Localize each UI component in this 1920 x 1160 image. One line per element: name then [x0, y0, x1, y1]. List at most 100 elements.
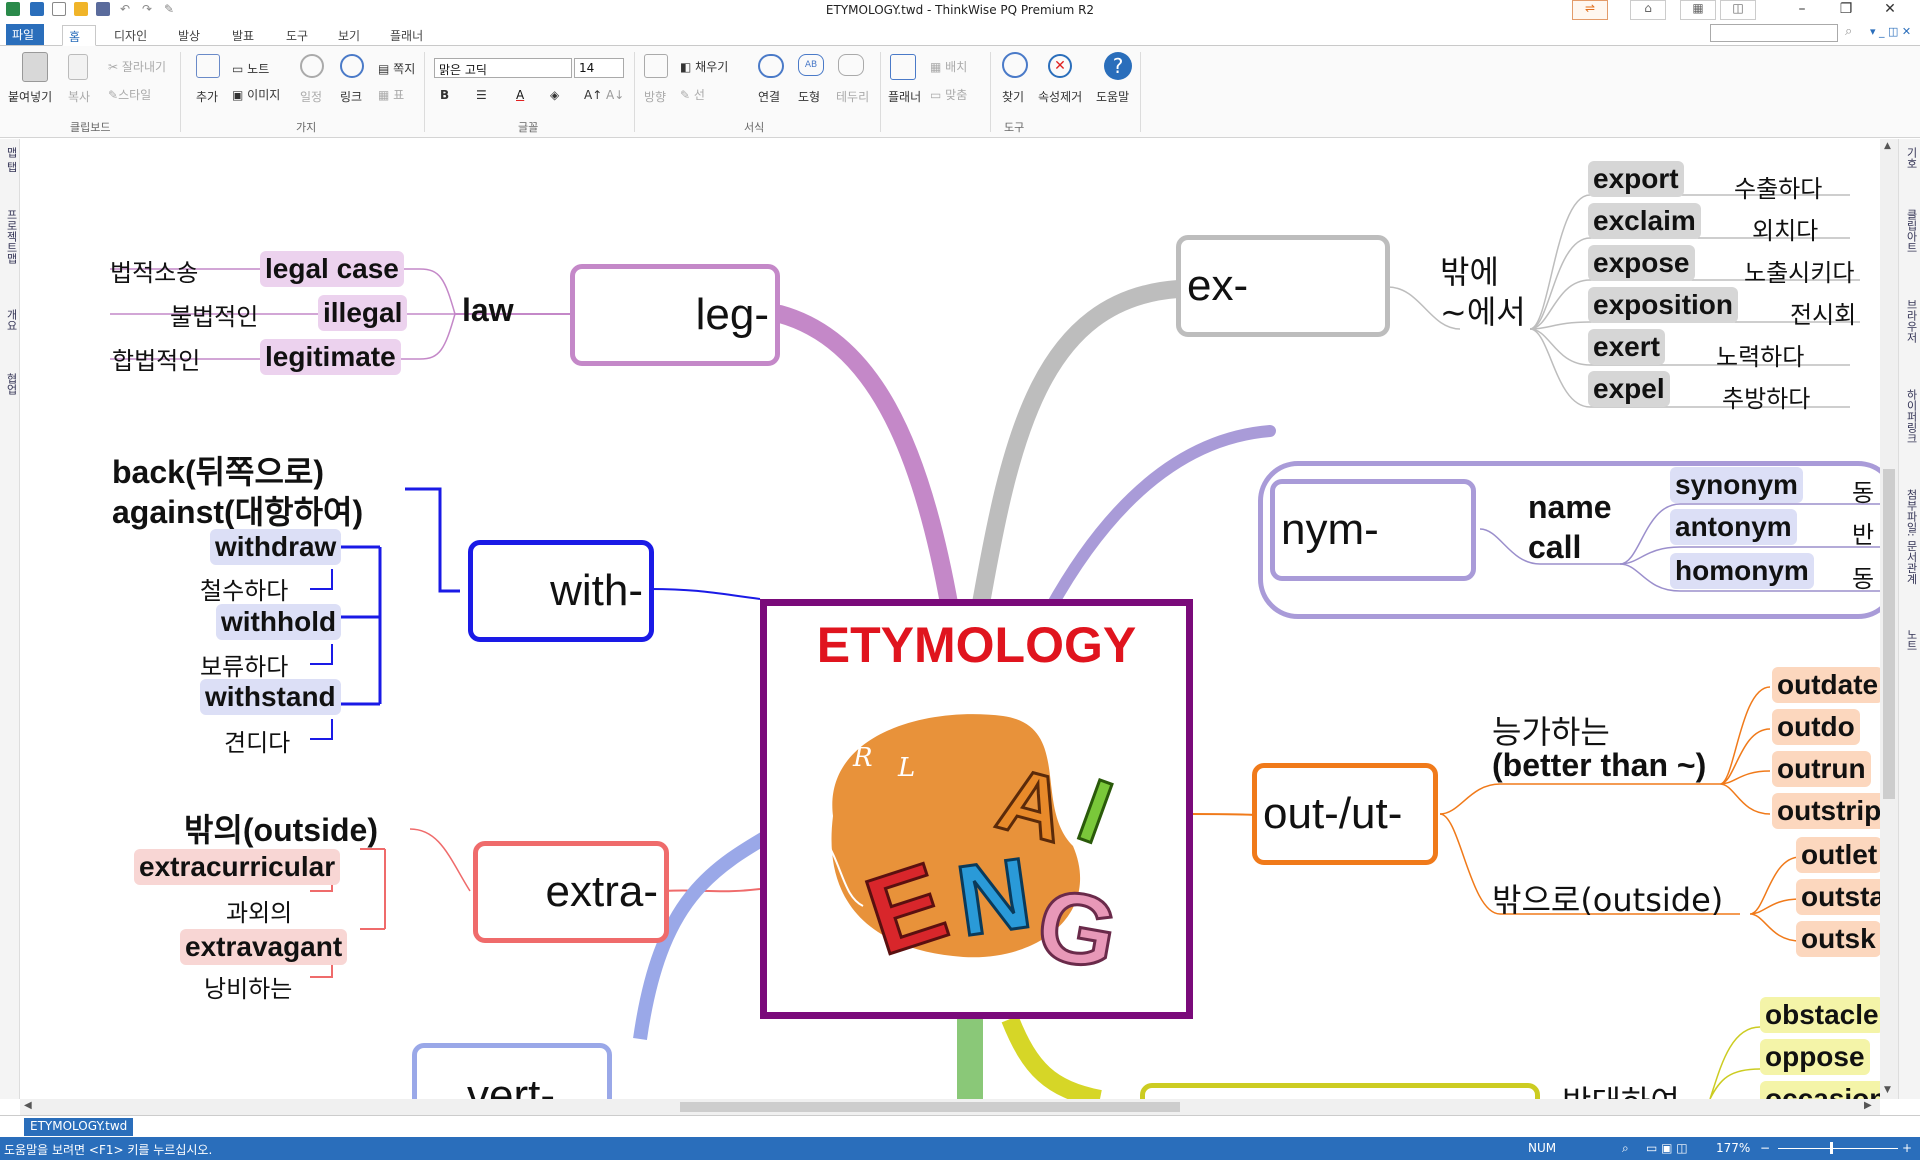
fit-button[interactable]: ▭ 맞춤	[930, 86, 967, 103]
sidebar-outline[interactable]: 개요	[3, 309, 19, 331]
home-icon[interactable]: ⌂	[1630, 0, 1666, 20]
horizontal-scrollbar[interactable]: ◀ ▶	[20, 1099, 1880, 1115]
ex-word-4[interactable]: exposition	[1588, 287, 1739, 323]
align-icon[interactable]: ☰	[476, 88, 487, 102]
branch-node-ob[interactable]	[1140, 1083, 1540, 1099]
paste-icon[interactable]	[22, 52, 48, 82]
sidebar-map-tab[interactable]: 맵 탭	[3, 147, 19, 173]
center-node[interactable]: ETYMOLOGY R L E N G A I	[760, 599, 1193, 1019]
arrange-button[interactable]: ▦ 배치	[930, 58, 967, 75]
copy-button[interactable]: 복사	[68, 88, 90, 105]
sidebar-collab[interactable]: 협업	[3, 373, 19, 395]
table-button[interactable]: ▦ 표	[378, 86, 404, 103]
tab-home[interactable]: 홈	[62, 25, 96, 46]
grow-font-icon[interactable]: A↑	[584, 88, 602, 102]
leg-word-1[interactable]: legal case	[260, 251, 404, 287]
schedule-button[interactable]: 일정	[300, 88, 322, 105]
search-icon[interactable]: ⌕	[1845, 24, 1852, 39]
horizontal-scroll-thumb[interactable]	[680, 1102, 1180, 1112]
with-word-3[interactable]: withstand	[200, 679, 341, 715]
vertical-scrollbar[interactable]: ▲ ▼	[1880, 139, 1898, 1099]
out-word-7[interactable]: outsk	[1796, 921, 1880, 957]
help-button[interactable]: 도움말	[1096, 88, 1129, 105]
tab-tools[interactable]: 도구	[280, 25, 314, 46]
ex-word-2[interactable]: exclaim	[1588, 203, 1701, 239]
border-icon[interactable]	[838, 54, 864, 76]
style-button[interactable]: ✎스타일	[108, 86, 151, 103]
scroll-up-icon[interactable]: ▲	[1884, 141, 1891, 151]
font-color-icon[interactable]: A	[516, 88, 524, 102]
highlight-icon[interactable]: ◈	[550, 88, 559, 102]
direction-button[interactable]: 방향	[644, 88, 666, 105]
schedule-icon[interactable]	[300, 54, 324, 78]
vertical-scroll-thumb[interactable]	[1883, 469, 1895, 799]
bold-button[interactable]: B	[440, 88, 449, 102]
paste-button[interactable]: 붙여넣기	[8, 88, 52, 105]
fill-button[interactable]: ◧ 채우기	[680, 58, 728, 75]
branch-node-with[interactable]: with-	[468, 540, 654, 642]
ob-word-1[interactable]: obstacle	[1760, 997, 1880, 1033]
planner-icon[interactable]	[890, 54, 916, 80]
search-combo[interactable]	[1710, 24, 1838, 42]
with-word-2[interactable]: withhold	[216, 604, 342, 640]
leg-word-3[interactable]: legitimate	[260, 339, 401, 375]
ribbon-options-icon[interactable]: ▾ _ ◫ ✕	[1870, 25, 1911, 38]
branch-node-vert[interactable]: vert-	[412, 1043, 612, 1099]
link-icon[interactable]	[340, 54, 364, 78]
out-word-5[interactable]: outlet	[1796, 837, 1880, 873]
find-icon[interactable]	[1002, 52, 1028, 78]
font-family-select[interactable]: 맑은 고딕	[434, 58, 572, 78]
sidebar-attachment[interactable]: 첨부파일: 문서관계	[1903, 489, 1919, 584]
nym-word-3[interactable]: homonym	[1670, 553, 1814, 589]
memo-button[interactable]: ▤ 쪽지	[378, 60, 415, 77]
close-button[interactable]: ✕	[1870, 1, 1910, 21]
help-icon[interactable]: ?	[1104, 52, 1132, 80]
extra-word-2[interactable]: extravagant	[180, 929, 348, 965]
zoom-slider-thumb[interactable]	[1830, 1142, 1833, 1154]
out-word-1[interactable]: outdate	[1772, 667, 1880, 703]
ex-word-5[interactable]: exert	[1588, 329, 1665, 365]
remove-attr-button[interactable]: 속성제거	[1038, 88, 1082, 105]
scroll-down-icon[interactable]: ▼	[1884, 1085, 1891, 1095]
minimize-button[interactable]: –	[1782, 1, 1822, 21]
note-button[interactable]: ▭ 노트	[232, 60, 269, 77]
link-button[interactable]: 링크	[340, 88, 362, 105]
ob-word-2[interactable]: oppose	[1760, 1039, 1870, 1075]
tab-file[interactable]: 파일	[6, 24, 44, 45]
ex-word-6[interactable]: expel	[1588, 371, 1670, 407]
zoom-fit-icon[interactable]: ⌕	[1622, 1141, 1629, 1156]
sidebar-clipart[interactable]: 클립아트	[1903, 209, 1919, 253]
border-button[interactable]: 테두리	[836, 88, 869, 105]
shape-button[interactable]: 도형	[798, 88, 820, 105]
branch-node-out[interactable]: out-/ut-	[1252, 763, 1438, 865]
zoom-out-icon[interactable]: −	[1760, 1141, 1770, 1155]
tab-design[interactable]: 디자인	[108, 25, 153, 46]
nym-word-1[interactable]: synonym	[1670, 467, 1803, 503]
scroll-right-icon[interactable]: ▶	[1864, 1100, 1872, 1111]
out-word-3[interactable]: outrun	[1772, 751, 1871, 787]
add-branch-icon[interactable]	[196, 54, 220, 78]
tab-planner[interactable]: 플래너	[384, 25, 429, 46]
font-size-select[interactable]: 14	[574, 58, 624, 78]
ex-word-1[interactable]: export	[1588, 161, 1684, 197]
zoom-in-icon[interactable]: +	[1902, 1141, 1912, 1155]
out-word-6[interactable]: outsta	[1796, 879, 1880, 915]
copy-icon[interactable]	[68, 54, 88, 80]
branch-node-ex[interactable]: ex-	[1176, 235, 1390, 337]
extra-word-1[interactable]: extracurricular	[134, 849, 341, 885]
sidebar-browser[interactable]: 브라우저	[1903, 299, 1919, 343]
calendar-icon[interactable]: ▦	[1680, 0, 1716, 20]
scroll-left-icon[interactable]: ◀	[24, 1100, 32, 1111]
ex-word-3[interactable]: expose	[1588, 245, 1695, 281]
direction-icon[interactable]	[644, 54, 668, 78]
tab-idea[interactable]: 발상	[172, 25, 206, 46]
branch-node-nym[interactable]: nym-	[1270, 479, 1476, 581]
sidebar-project-map[interactable]: 프로젝트맵	[3, 209, 19, 264]
shrink-font-icon[interactable]: A↓	[606, 88, 624, 102]
document-tab[interactable]: ETYMOLOGY.twd	[24, 1118, 134, 1136]
with-word-1[interactable]: withdraw	[210, 529, 342, 565]
find-button[interactable]: 찾기	[1002, 88, 1024, 105]
branch-node-extra[interactable]: extra-	[473, 841, 669, 943]
shape-icon[interactable]: AB	[798, 54, 824, 76]
sidebar-symbols[interactable]: 기호	[1903, 147, 1919, 169]
